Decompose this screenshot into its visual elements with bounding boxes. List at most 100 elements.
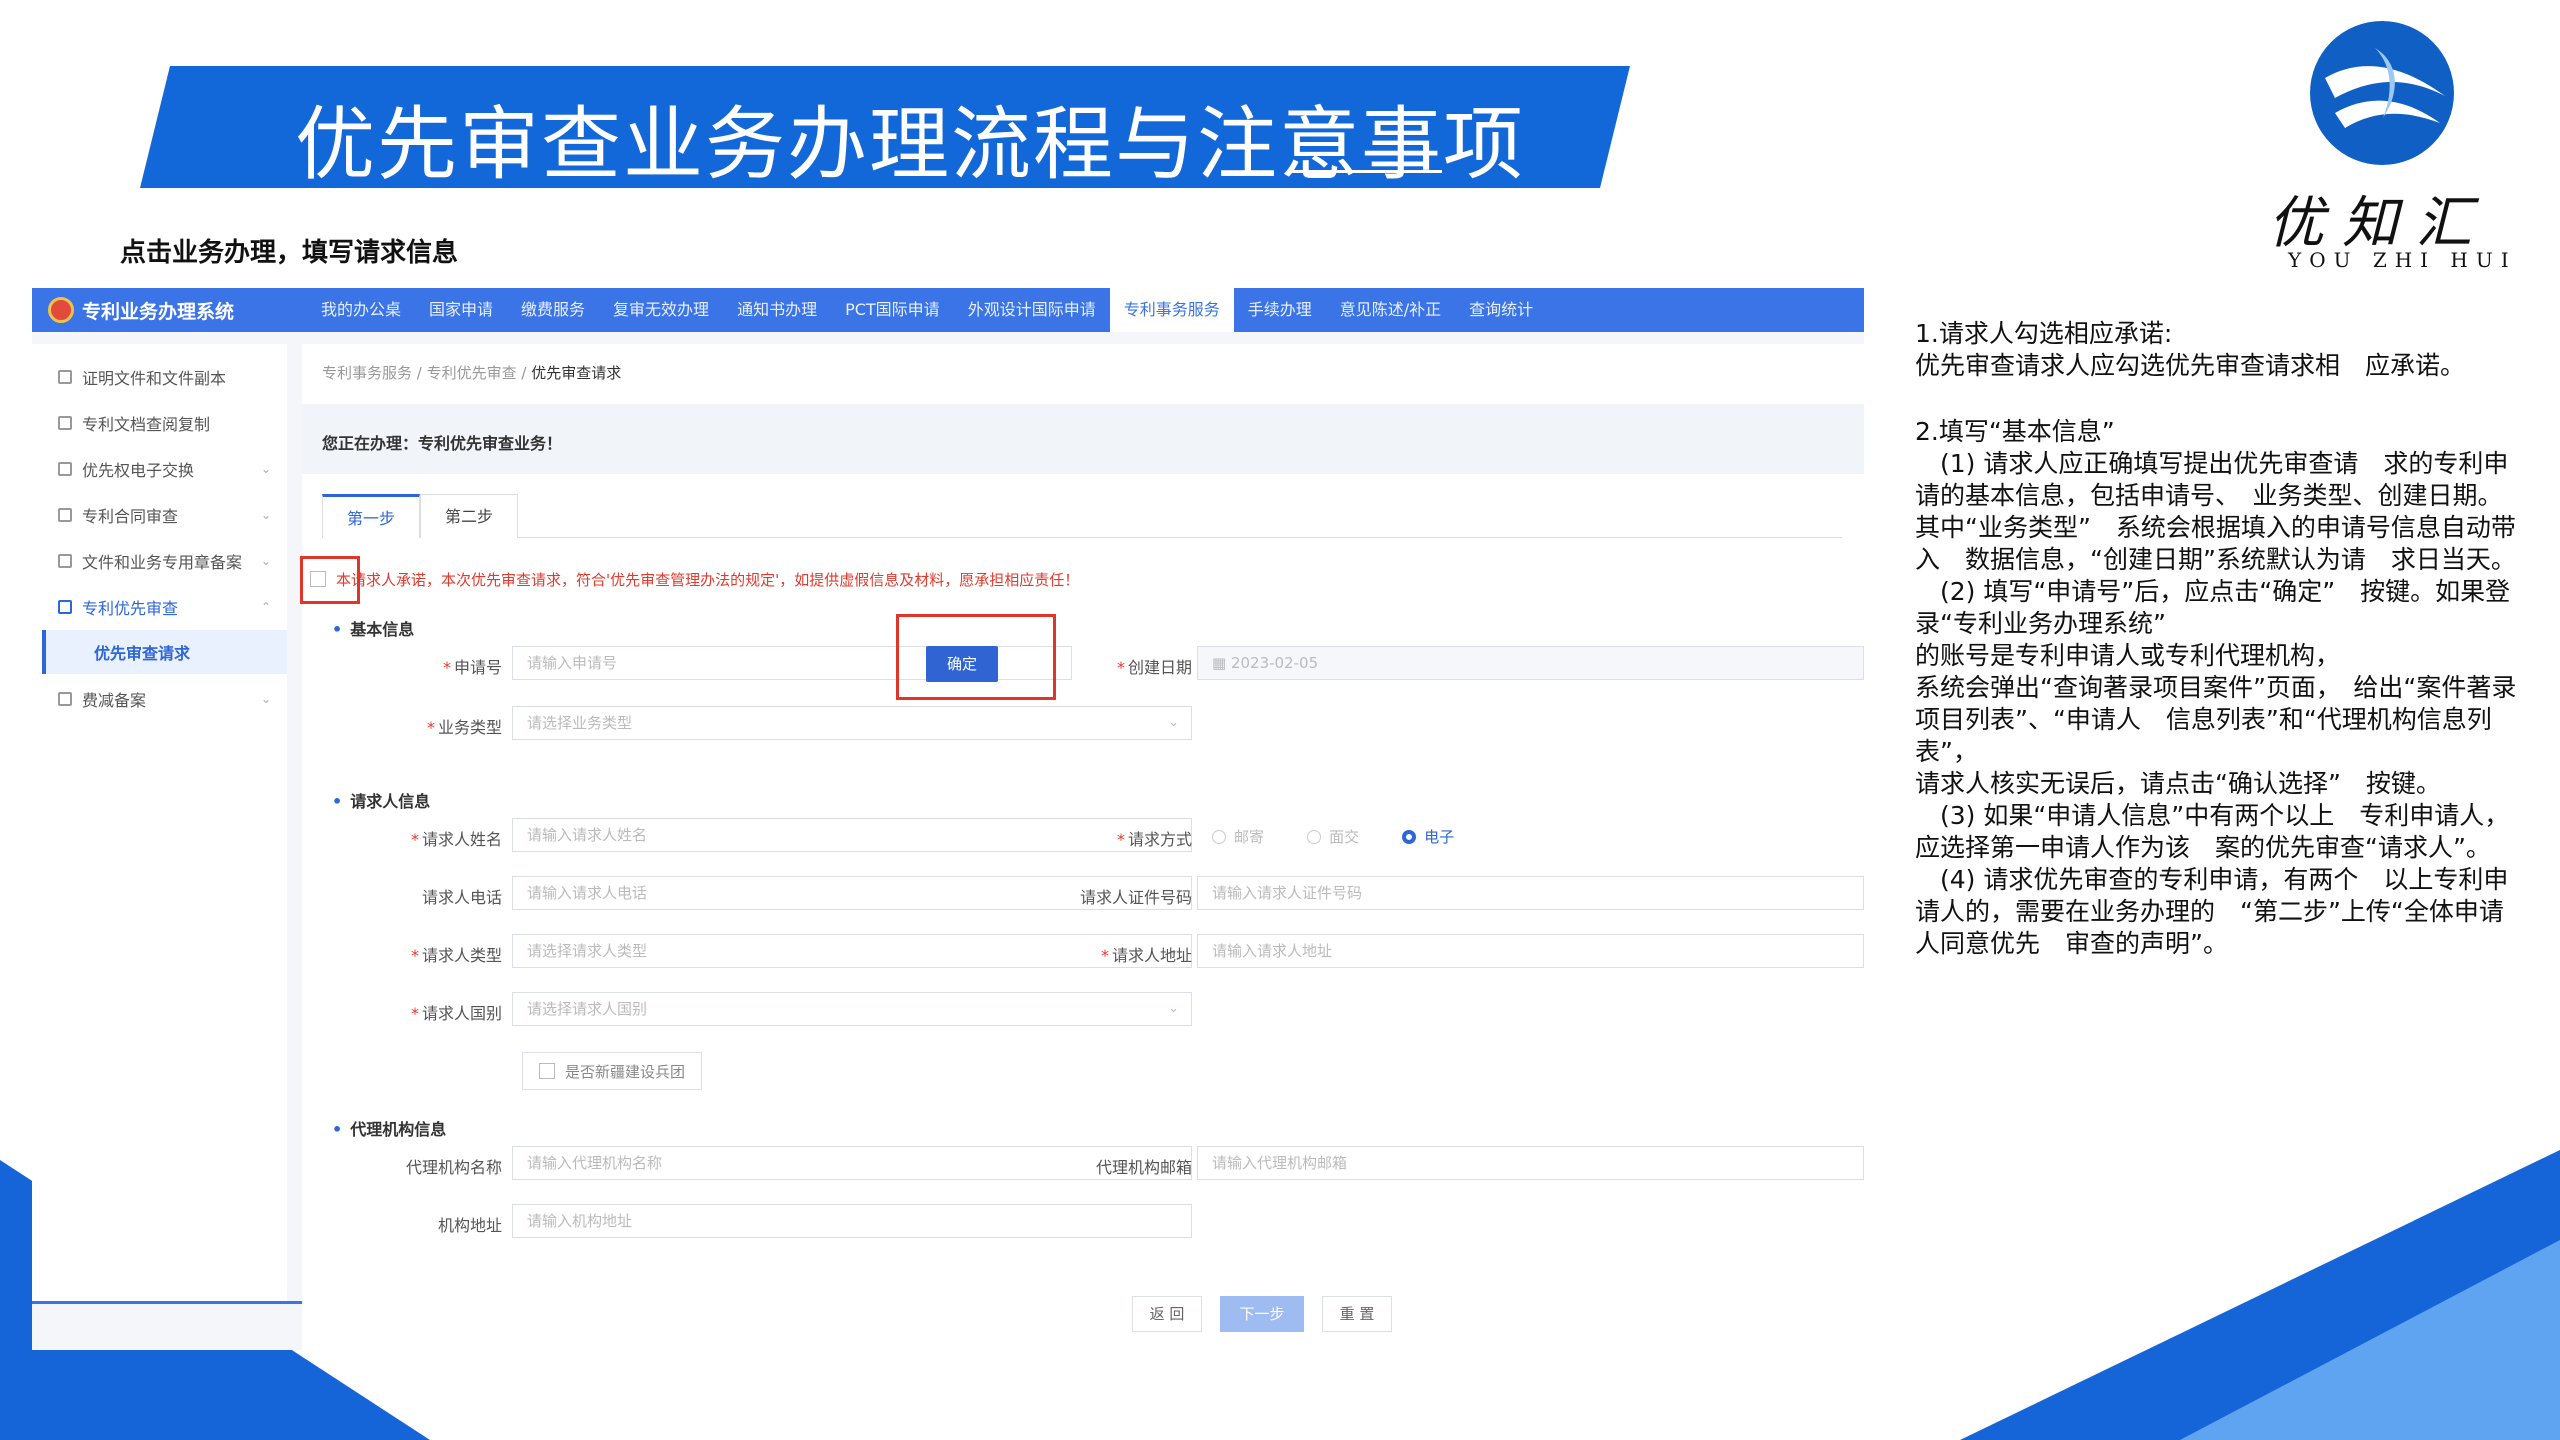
nav-item[interactable]: 我的办公桌	[307, 288, 415, 332]
nav-item[interactable]: 缴费服务	[507, 288, 599, 332]
label-agency-name: 代理机构名称	[405, 1158, 502, 1177]
label-request-method: * 请求方式	[1116, 830, 1192, 849]
nav-item[interactable]: 外观设计国际申请	[954, 288, 1110, 332]
doc-icon	[58, 370, 72, 384]
tab-step-2[interactable]: 第二步	[420, 494, 519, 538]
promise-row: 本请求人承诺，本次优先审查请求，符合'优先审查管理办法的规定'，如提供虚假信息及…	[310, 564, 1079, 594]
sidebar-item-label: 专利合同审查	[82, 507, 179, 526]
sidebar-item-label: 优先权电子交换	[82, 461, 195, 480]
nav-item[interactable]: 查询统计	[1455, 288, 1547, 332]
requester-country-select[interactable]: 请选择请求人国别 ⌄	[512, 992, 1192, 1026]
note-1-body: 优先审查请求人应勾选优先审查请求相 应承诺。	[1915, 351, 2466, 380]
radio-inperson[interactable]: 面交	[1307, 826, 1359, 847]
agency-email-input[interactable]: 请输入代理机构邮箱	[1197, 1146, 1864, 1180]
note-2-item-1: (1) 请求人应正确填写提出优先审查请 求的专利申请的基本信息，包括申请号、 业…	[1915, 449, 2516, 574]
doc-icon	[58, 692, 72, 706]
logo-en-text: YOU ZHI HUI	[2288, 248, 2517, 272]
nav-item[interactable]: 通知书办理	[723, 288, 831, 332]
app-brand[interactable]: 专利业务办理系统	[48, 288, 234, 332]
note-2-item-2c: 系统会弹出“查询著录项目案件”页面， 给出“案件著录项目列表”、“申请人 信息列…	[1915, 673, 2517, 766]
note-2-title: 2.填写“基本信息”	[1915, 417, 2115, 446]
breadcrumb-current: 优先审查请求	[531, 364, 622, 382]
step-tabs: 第一步 第二步	[322, 494, 1842, 538]
doc-icon	[58, 416, 72, 430]
chevron-up-icon: ⌃	[260, 600, 271, 614]
requester-address-input[interactable]: 请输入请求人地址	[1197, 934, 1864, 968]
nav-item[interactable]: PCT国际申请	[831, 288, 954, 332]
note-2-item-2b: 的账号是专利申请人或专利代理机构，	[1915, 641, 2341, 670]
label-create-date: * 创建日期	[1116, 658, 1192, 677]
section-basic-info: 基本信息	[332, 616, 414, 640]
main-content: 专利事务服务 / 专利优先审查 / 优先审查请求 您正在办理：专利优先审查业务！…	[300, 344, 1864, 1350]
breadcrumb: 专利事务服务 / 专利优先审查 / 优先审查请求	[322, 364, 622, 382]
doing-text: 您正在办理：专利优先审查业务！	[322, 434, 563, 453]
sidebar-item-active[interactable]: 专利优先审查 ⌃	[32, 584, 287, 630]
doc-icon	[58, 508, 72, 522]
breadcrumb-item[interactable]: 专利事务服务	[322, 364, 412, 382]
checkbox-label: 是否新疆建设兵团	[565, 1062, 686, 1081]
nav-items: 我的办公桌 国家申请 缴费服务 复审无效办理 通知书办理 PCT国际申请 外观设…	[307, 288, 1547, 332]
tab-step-1[interactable]: 第一步	[322, 494, 421, 538]
label-agency-address: 机构地址	[437, 1216, 502, 1235]
sidebar-item[interactable]: 优先权电子交换 ⌄	[32, 446, 287, 492]
app-logo-icon	[48, 297, 74, 323]
decor-corner-right-light	[2180, 1240, 2560, 1440]
nav-item[interactable]: 意见陈述/补正	[1326, 288, 1455, 332]
app-brand-text: 专利业务办理系统	[82, 300, 235, 323]
top-nav: 专利业务办理系统 我的办公桌 国家申请 缴费服务 复审无效办理 通知书办理 PC…	[32, 288, 1864, 332]
calendar-icon: ▦	[1212, 654, 1231, 672]
label-application-no: * 申请号	[442, 658, 502, 677]
radio-mail[interactable]: 邮寄	[1212, 826, 1264, 847]
checkbox-box[interactable]	[539, 1063, 555, 1079]
chevron-down-icon: ⌄	[260, 462, 271, 476]
sidebar-item[interactable]: 专利合同审查 ⌄	[32, 492, 287, 538]
label-requester-name: * 请求人姓名	[410, 830, 502, 849]
title-underline	[1290, 170, 1442, 173]
sidebar-item-label: 专利文档查阅复制	[82, 415, 211, 434]
nav-item[interactable]: 手续办理	[1234, 288, 1326, 332]
nav-item[interactable]: 国家申请	[415, 288, 507, 332]
create-date-field: ▦ 2023-02-05	[1197, 646, 1864, 680]
nav-item-active[interactable]: 专利事务服务	[1109, 288, 1234, 332]
xinjiang-corps-checkbox[interactable]: 是否新疆建设兵团	[522, 1052, 703, 1090]
note-2-item-3: (3) 如果“申请人信息”中有两个以上 专利申请人，应选择第一申请人作为该 案的…	[1915, 801, 2510, 862]
note-2-item-2d: 请求人核实无误后，请点击“确认选择” 按键。	[1915, 769, 2441, 798]
chevron-down-icon: ⌄	[260, 554, 271, 568]
create-date-value: 2023-02-05	[1230, 654, 1319, 672]
sidebar-item[interactable]: 费减备案 ⌄	[32, 676, 287, 722]
agency-address-input[interactable]: 请输入机构地址	[512, 1204, 1192, 1238]
note-1-title: 1.请求人勾选相应承诺:	[1915, 319, 2173, 348]
promise-text: 本请求人承诺，本次优先审查请求，符合'优先审查管理办法的规定'，如提供虚假信息及…	[336, 570, 1080, 589]
sidebar-item-label: 证明文件和文件副本	[82, 369, 227, 388]
next-button[interactable]: 下一步	[1220, 1296, 1304, 1332]
sidebar-item[interactable]: 证明文件和文件副本	[32, 354, 287, 400]
slide-title: 优先审查业务办理流程与注意事项	[295, 98, 1525, 191]
nav-item[interactable]: 复审无效办理	[599, 288, 723, 332]
chevron-down-icon: ⌄	[1168, 1001, 1179, 1016]
sidebar-item-label: 费减备案	[82, 691, 147, 710]
sidebar-item[interactable]: 专利文档查阅复制	[32, 400, 287, 446]
doc-icon	[58, 554, 72, 568]
breadcrumb-item[interactable]: 专利优先审查	[427, 364, 517, 382]
label-agency-email: 代理机构邮箱	[1095, 1158, 1192, 1177]
sidebar-subitem-active[interactable]: 优先审查请求	[42, 630, 287, 674]
requester-id-input[interactable]: 请输入请求人证件号码	[1197, 876, 1864, 910]
instruction-notes: 1.请求人勾选相应承诺: 优先审查请求人应勾选优先审查请求相 应承诺。 2.填写…	[1915, 318, 2525, 960]
radio-electronic[interactable]: 电子	[1402, 826, 1454, 847]
sidebar-item[interactable]: 文件和业务专用章备案 ⌄	[32, 538, 287, 584]
label-requester-address: * 请求人地址	[1100, 946, 1192, 965]
business-type-select[interactable]: 请选择业务类型 ⌄	[512, 706, 1192, 740]
doc-icon	[58, 462, 72, 476]
reset-button[interactable]: 重 置	[1322, 1296, 1392, 1332]
label-business-type: * 业务类型	[426, 718, 502, 737]
logo-cn-text: 优知汇	[2268, 191, 2490, 256]
chevron-down-icon: ⌄	[260, 692, 271, 706]
request-method-radios: 邮寄 面交 电子	[1212, 826, 1492, 848]
note-2-item-4: (4) 请求优先审查的专利申请，有两个 以上专利申请人的，需要在业务办理的 “第…	[1915, 865, 2509, 958]
sidebar-bottom-line	[32, 1301, 302, 1304]
sidebar: 证明文件和文件副本 专利文档查阅复制 优先权电子交换 ⌄ 专利合同审查 ⌄ 文件和业…	[32, 344, 287, 1304]
doc-icon	[58, 600, 72, 614]
highlight-box-checkbox	[300, 556, 360, 604]
highlight-box-confirm	[896, 614, 1056, 700]
back-button[interactable]: 返 回	[1132, 1296, 1202, 1332]
